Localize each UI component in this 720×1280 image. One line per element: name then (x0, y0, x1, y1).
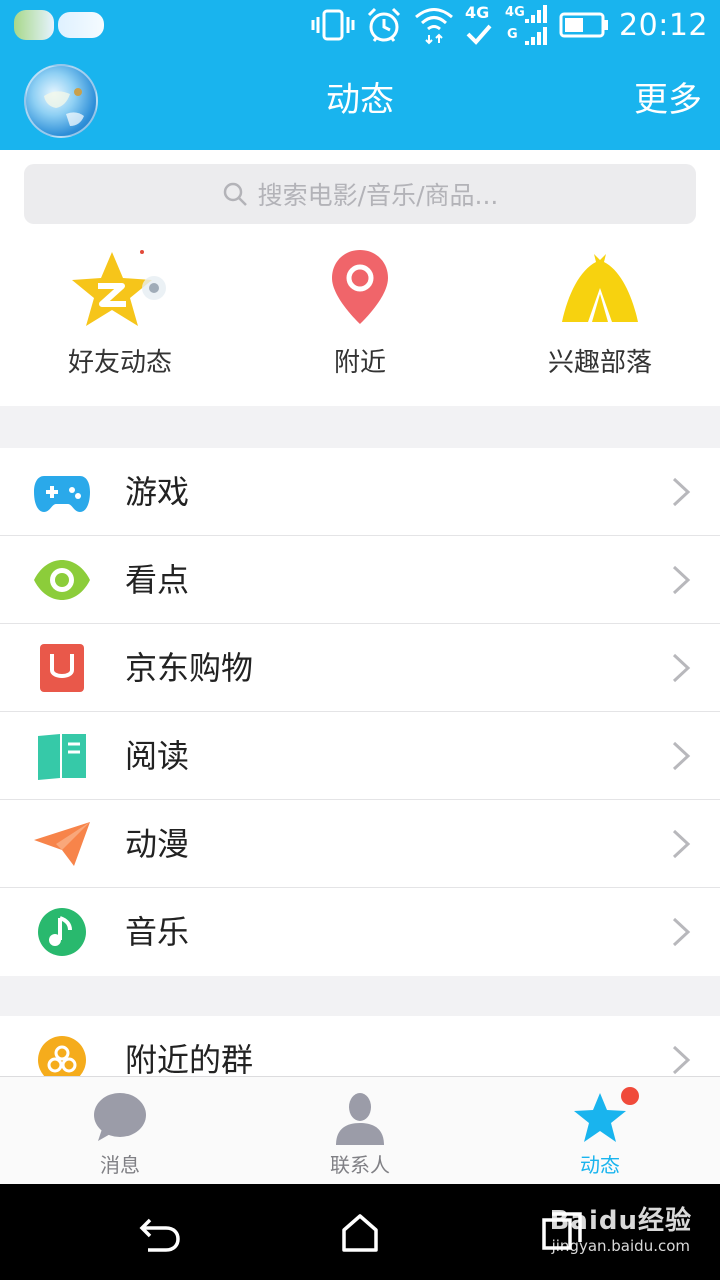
list-item-label: 音乐 (125, 913, 190, 951)
quick-entry-label: 附近 (333, 348, 386, 378)
list-item-label: 游戏 (125, 473, 190, 511)
network-4g-indicator: 4G (465, 3, 495, 47)
group-icon (38, 1036, 86, 1076)
signal-strength-indicator: 4G G (505, 3, 549, 47)
tab-messages[interactable]: 消息 (0, 1077, 240, 1185)
music-note-icon (38, 908, 86, 956)
chevron-right-icon (672, 741, 691, 771)
list-item-label: 京东购物 (125, 649, 254, 687)
back-icon[interactable] (138, 1210, 182, 1254)
status-bar: 4G 4G G 20:12 (0, 0, 720, 50)
star-icon (574, 1093, 626, 1142)
paper-plane-icon (34, 822, 90, 866)
eye-icon (34, 560, 90, 600)
list-item-music[interactable]: 音乐 (0, 888, 720, 976)
chevron-right-icon (672, 565, 691, 595)
bottom-tab-bar: 消息 联系人 动态 (0, 1076, 720, 1184)
watermark-title: Baidu经验 (549, 1206, 692, 1236)
search-icon (223, 182, 247, 206)
tab-label: 动态 (580, 1153, 620, 1177)
app-header: 动态 更多 (0, 50, 720, 150)
chevron-right-icon (672, 829, 691, 859)
tent-icon (562, 254, 638, 322)
wifi-icon (415, 8, 453, 45)
quick-entry-label: 好友动态 (67, 348, 172, 378)
list-item-nearby-groups[interactable]: 附近的群 (0, 1016, 720, 1076)
watermark: Baidu经验 jingyan.baidu.com (550, 1200, 692, 1255)
feature-list-secondary: 附近的群 (0, 1016, 720, 1076)
search-input[interactable]: 搜索电影/音乐/商品... (24, 164, 696, 224)
chevron-right-icon (672, 917, 691, 947)
location-pin-icon (332, 250, 388, 324)
gamepad-icon (34, 476, 90, 512)
chevron-right-icon (672, 653, 691, 683)
tab-contacts[interactable]: 联系人 (240, 1077, 480, 1185)
message-bubble-icon (94, 1093, 146, 1141)
watermark-url: jingyan.baidu.com (551, 1237, 690, 1255)
list-item-label: 动漫 (125, 825, 190, 863)
notification-badge (621, 1087, 639, 1105)
chevron-right-icon (672, 477, 691, 507)
more-button[interactable]: 更多 (634, 50, 702, 150)
clock: 20:12 (619, 7, 708, 43)
list-item-label: 阅读 (125, 737, 190, 775)
list-item-label: 看点 (125, 561, 190, 599)
system-navigation-bar: Baidu经验 jingyan.baidu.com (0, 1184, 720, 1280)
tab-label: 联系人 (330, 1153, 390, 1177)
qzone-star-icon (72, 250, 166, 326)
vibrate-icon (311, 9, 355, 41)
search-placeholder: 搜索电影/音乐/商品... (257, 181, 499, 210)
list-item-jd-shopping[interactable]: 京东购物 (0, 624, 720, 712)
quick-entry-label: 兴趣部落 (547, 348, 652, 378)
list-item-games[interactable]: 游戏 (0, 448, 720, 536)
top-panel: 搜索电影/音乐/商品... 好友动态 附近 兴趣部落 (0, 150, 720, 406)
list-item-anime[interactable]: 动漫 (0, 800, 720, 888)
feature-list: 游戏 看点 京东购物 阅读 动漫 音乐 (0, 448, 720, 976)
contacts-icon (336, 1093, 384, 1145)
book-icon (38, 734, 86, 780)
list-item-kandian[interactable]: 看点 (0, 536, 720, 624)
page-title: 动态 (326, 80, 394, 120)
tab-feed[interactable]: 动态 (480, 1077, 720, 1185)
chevron-right-icon (672, 1045, 691, 1075)
list-item-reading[interactable]: 阅读 (0, 712, 720, 800)
home-icon[interactable] (338, 1210, 382, 1254)
quick-entry-friends-feed[interactable]: 好友动态 (0, 248, 240, 388)
quick-entry-nearby[interactable]: 附近 (240, 248, 480, 388)
list-item-label: 附近的群 (125, 1041, 254, 1076)
notification-icons (14, 8, 106, 42)
alarm-icon (367, 7, 401, 42)
quick-entry-interest-tribe[interactable]: 兴趣部落 (480, 248, 720, 388)
tab-label: 消息 (100, 1153, 140, 1177)
battery-icon (559, 12, 609, 38)
jd-bag-icon (40, 644, 84, 692)
